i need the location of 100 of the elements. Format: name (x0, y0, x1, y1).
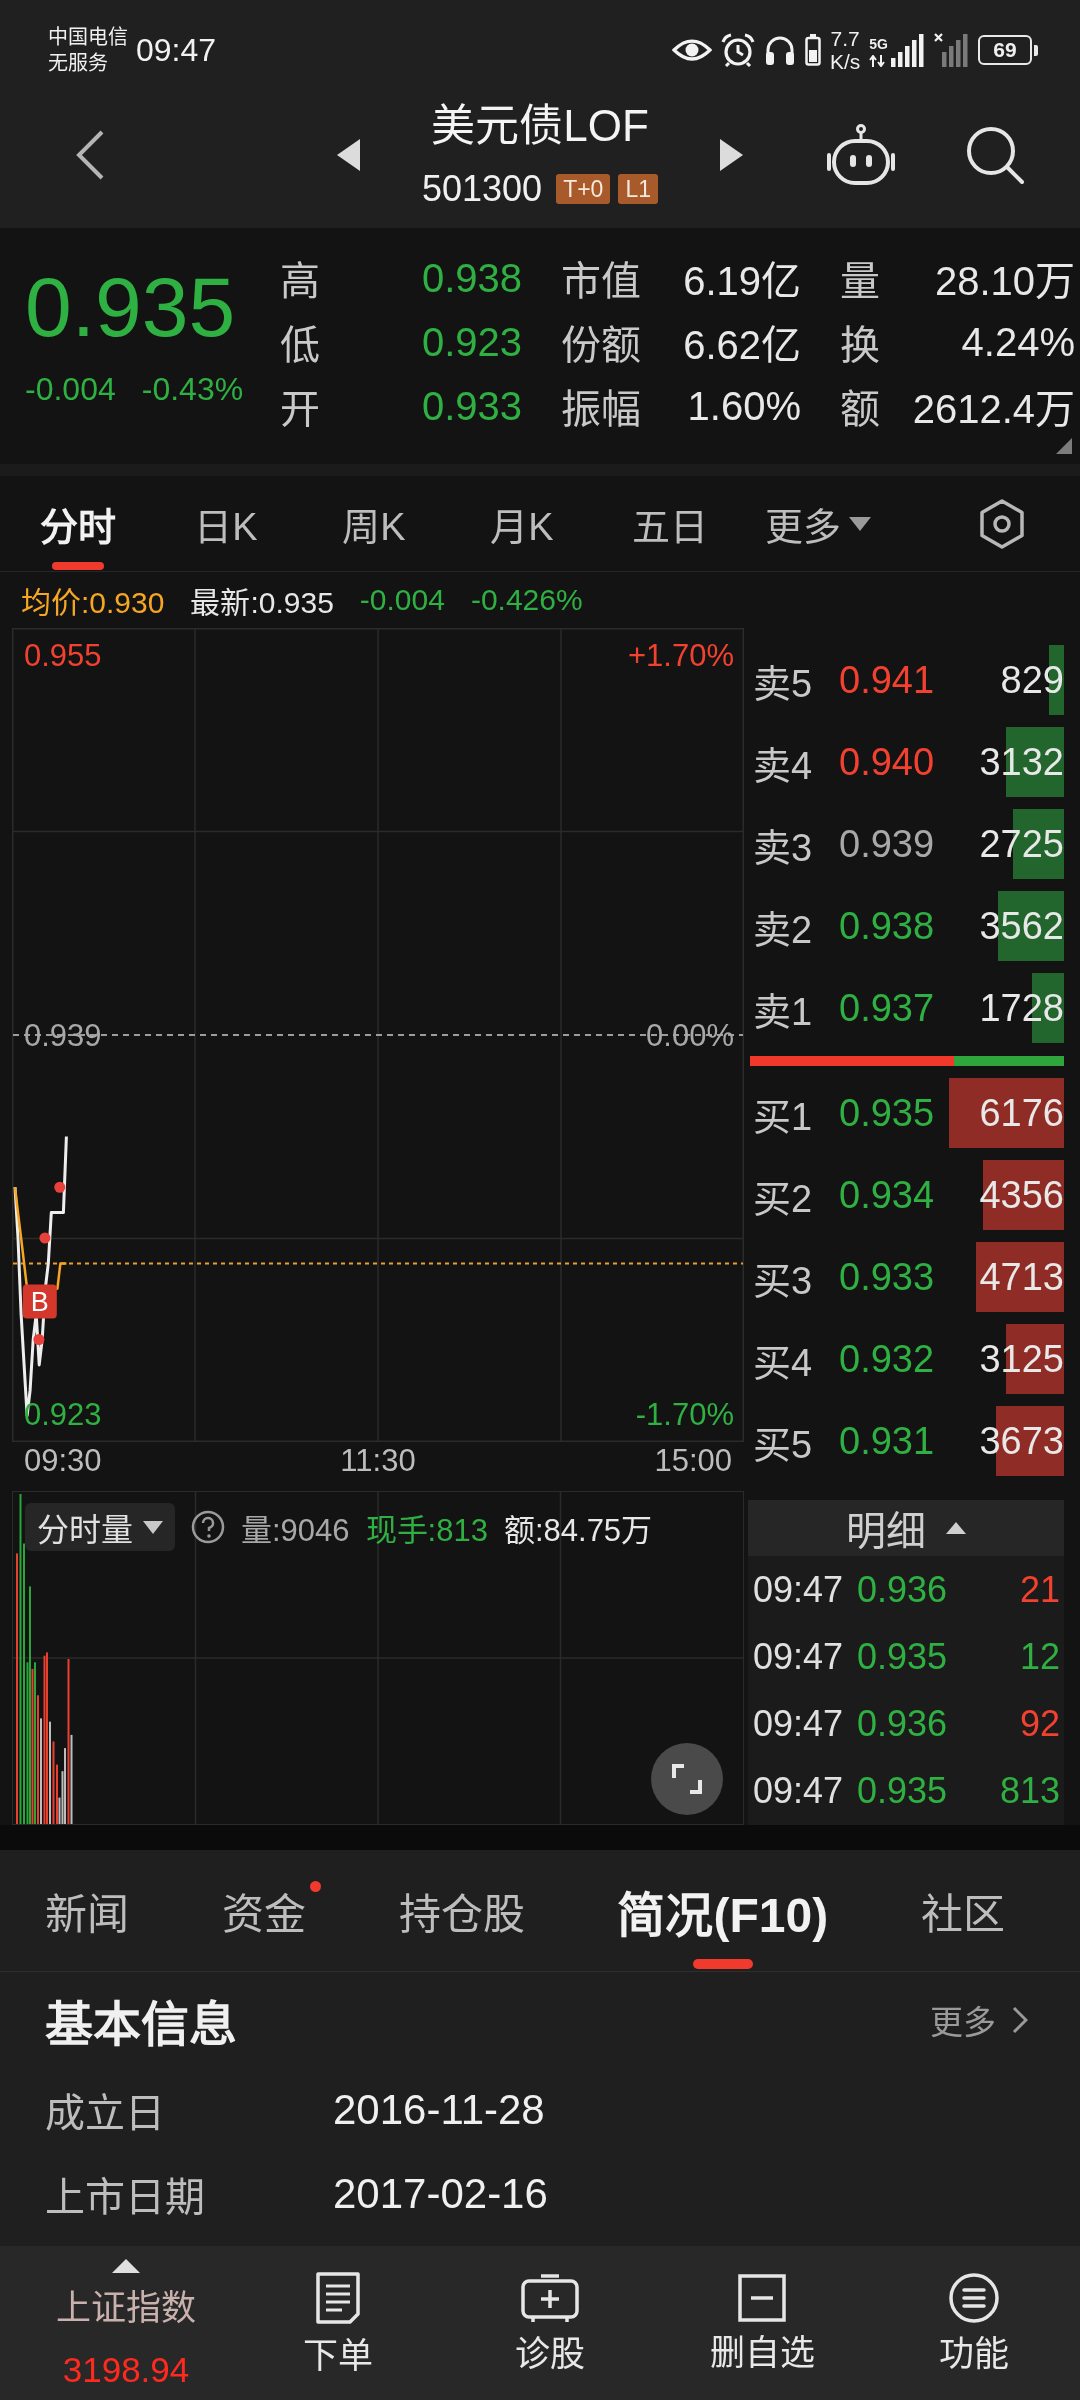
info-tab[interactable]: 资金 (221, 1850, 306, 1971)
trade-volume: 92 (1018, 1702, 1060, 1745)
trade-time: 09:47 (753, 1769, 845, 1812)
help-icon[interactable] (191, 1510, 225, 1544)
trade-price: 0.936 (857, 1568, 949, 1611)
trade-price: 0.935 (857, 1635, 949, 1678)
stat-label: 高 (280, 258, 320, 305)
trade-marker-dot (54, 1181, 66, 1193)
order-price: 0.935 (839, 1091, 936, 1135)
order-level-label: 买4 (753, 1340, 814, 1386)
chart-tab[interactable]: 月K (448, 476, 596, 571)
network-speed-unit: K/s (829, 50, 861, 73)
info-tab[interactable]: 社区 (921, 1850, 1005, 1971)
stat-value: 0.933 (421, 383, 522, 429)
network-type: 5G (869, 37, 888, 52)
info-value: 2017-02-16 (333, 2170, 548, 2218)
toolbar-button[interactable]: 下单 (232, 2246, 444, 2400)
no-signal-icon (934, 33, 969, 67)
chart-tab[interactable]: 周K (300, 476, 448, 571)
price-axis-label: 0.939 (24, 1018, 102, 1053)
more-link[interactable]: 更多 (930, 1996, 1028, 2044)
network-speed-value: 7.7 (830, 27, 860, 50)
battery-indicator: 69 (978, 35, 1038, 65)
chart-tab[interactable]: 五日 (596, 476, 744, 571)
order-price: 0.932 (839, 1337, 936, 1381)
status-time: 09:47 (136, 31, 217, 69)
data-arrows-icon (869, 55, 886, 67)
toolbar-button[interactable]: 删自选 (656, 2246, 868, 2400)
order-price: 0.938 (839, 904, 936, 948)
market-index-button[interactable]: 上证指数 3198.94 (20, 2246, 232, 2400)
price-axis-label: 0.955 (24, 638, 102, 673)
fund-code: 501300 (422, 169, 543, 209)
stat-value: 4.24% (961, 319, 1075, 365)
order-price: 0.933 (839, 1255, 936, 1299)
caret-icon (143, 1520, 163, 1534)
change-text: -0.004 (359, 583, 445, 617)
trade-marker-dot (33, 1334, 45, 1345)
order-level-label: 卖1 (753, 989, 814, 1035)
info-tab[interactable]: 新闻 (45, 1850, 129, 1971)
fund-name: 美元债LOF (431, 101, 649, 151)
stat-value: 28.10万 (934, 258, 1075, 305)
volume-mode-dropdown[interactable]: 分时量 (25, 1503, 175, 1551)
robot-icon[interactable] (826, 124, 896, 186)
info-tab[interactable]: 简况(F10) (617, 1850, 829, 1971)
time-axis-label: 11:30 (340, 1443, 416, 1479)
order-level-label: 卖3 (753, 825, 814, 871)
order-level-label: 买1 (753, 1094, 814, 1140)
order-price: 0.931 (839, 1419, 936, 1463)
trade-time: 09:47 (753, 1702, 845, 1745)
stat-label: 低 (280, 322, 320, 369)
stat-value: 1.60% (687, 383, 801, 429)
search-icon[interactable] (964, 124, 1026, 186)
chart-tab[interactable]: 分时 (4, 476, 152, 571)
corner-triangle-icon[interactable] (1056, 438, 1072, 454)
stat-label: 市值 (561, 258, 641, 305)
order-price: 0.941 (839, 658, 936, 702)
case-plus-icon (520, 2272, 580, 2324)
percent-axis-label: -1.70% (635, 1397, 734, 1432)
next-triangle-icon[interactable] (720, 139, 743, 171)
stock-tag: L1 (618, 174, 658, 204)
order-price: 0.939 (839, 822, 936, 866)
trade-volume: 21 (1018, 1568, 1060, 1611)
signal-icon (890, 33, 925, 67)
chart-tab[interactable]: 日K (152, 476, 300, 571)
eye-icon (671, 37, 712, 63)
section-title: 基本信息 (45, 1997, 237, 2053)
fullscreen-icon[interactable] (651, 1743, 723, 1815)
back-icon[interactable] (75, 129, 105, 181)
time-axis-label: 15:00 (654, 1443, 732, 1479)
order-level-label: 买5 (753, 1422, 814, 1468)
stat-label: 换 (840, 322, 880, 369)
volume-stat-text: 量:9046 (241, 1511, 350, 1550)
stat-label: 开 (280, 386, 320, 433)
order-level-label: 买3 (753, 1258, 814, 1304)
order-price: 0.934 (839, 1173, 936, 1217)
trade-volume: 813 (998, 1769, 1060, 1812)
time-axis-label: 09:30 (24, 1443, 102, 1479)
buy-marker: B (22, 1284, 57, 1319)
percent-axis-label: +1.70% (628, 638, 734, 673)
info-label: 成立日 (45, 2090, 166, 2137)
volume-stat-text: 额:84.75万 (503, 1511, 653, 1550)
info-tab[interactable]: 持仓股 (398, 1850, 525, 1971)
stat-value: 0.923 (421, 319, 522, 365)
carrier-name: 中国电信 (48, 25, 128, 50)
volume-stat-text: 现手:813 (365, 1511, 488, 1550)
service-status: 无服务 (48, 51, 108, 76)
headphones-icon (763, 34, 796, 66)
trade-detail-tab[interactable]: 明细 (748, 1500, 1064, 1556)
last-price: 0.935 (25, 262, 237, 352)
toolbar-button[interactable]: 功能 (868, 2246, 1080, 2400)
toolbar-button[interactable]: 诊股 (444, 2246, 656, 2400)
stat-value: 6.62亿 (683, 322, 801, 369)
alarm-icon (720, 33, 755, 67)
chart-tab[interactable]: 更多 (744, 476, 892, 571)
info-value: 2016-11-28 (333, 2086, 545, 2134)
document-icon (314, 2270, 362, 2326)
previous-triangle-icon[interactable] (337, 139, 360, 171)
average-price-text: 均价:0.930 (21, 585, 165, 621)
order-level-label: 卖5 (753, 661, 814, 707)
trade-volume: 12 (1018, 1635, 1060, 1678)
